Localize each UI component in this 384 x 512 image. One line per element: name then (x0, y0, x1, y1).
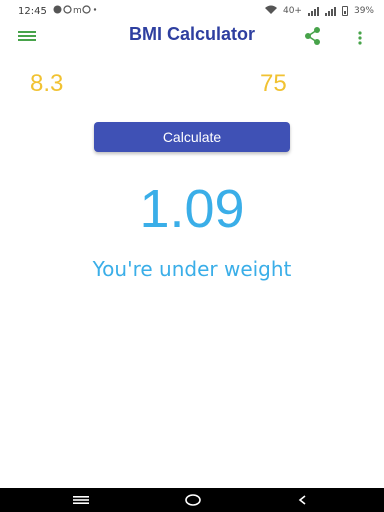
status-right: 40+ 39% (264, 5, 374, 17)
back-icon[interactable] (288, 488, 318, 512)
app-bar: BMI Calculator (0, 22, 384, 50)
svg-text:m: m (73, 6, 82, 14)
notification-icon: m (53, 5, 97, 16)
height-input[interactable] (260, 68, 350, 100)
more-vert-icon[interactable] (352, 27, 368, 47)
battery-icon (341, 6, 348, 16)
weight-input[interactable] (30, 68, 120, 100)
wifi-icon (264, 5, 277, 17)
status-time: 12:45 (18, 5, 47, 17)
calculate-button[interactable]: Calculate (94, 122, 290, 152)
home-icon[interactable] (178, 488, 208, 512)
bmi-status-text: You're under weight (92, 257, 292, 281)
signal-icon-2 (324, 6, 336, 16)
recents-icon[interactable] (66, 488, 96, 512)
app-title: BMI Calculator (128, 24, 256, 44)
battery-label: 39% (353, 5, 374, 16)
signal-icon (307, 6, 319, 16)
navigation-bar (0, 488, 384, 512)
status-left: 12:45 m (18, 5, 103, 17)
network-label: 40+ (282, 5, 302, 16)
notification-icons: m (53, 5, 103, 17)
share-icon[interactable] (302, 25, 324, 47)
bmi-result-value: 1.09 (139, 179, 245, 239)
status-bar: 12:45 m 40+ 39% (0, 0, 384, 22)
